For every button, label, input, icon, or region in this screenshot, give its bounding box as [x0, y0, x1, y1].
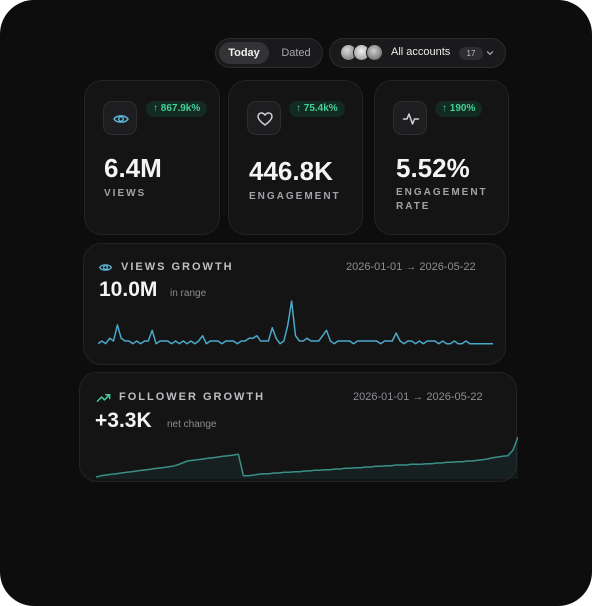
follower-series-area	[96, 437, 518, 479]
engagement-rate-label-line1: ENGAGEMENT	[396, 187, 488, 198]
follower-growth-date-range: 2026-01-01 → 2026-05-22	[353, 391, 483, 403]
range-toggle: Today Dated	[215, 38, 323, 68]
engagement-rate-stat-card: ↑ 190% 5.52% ENGAGEMENT RATE	[374, 80, 509, 235]
follower-growth-value: +3.3K	[95, 409, 152, 432]
avatar	[366, 44, 383, 61]
chevron-down-icon	[486, 51, 494, 55]
accounts-count-badge: 17	[459, 47, 483, 60]
dashboard-frame: Today Dated All accounts 17 ↑ 867.9k% 6.…	[0, 0, 592, 606]
engagement-rate-icon-box	[393, 101, 427, 135]
follower-growth-title: FOLLOWER GROWTH	[119, 391, 266, 403]
views-delta-badge: ↑ 867.9k%	[146, 101, 208, 117]
eye-icon	[99, 264, 112, 271]
engagement-icon-box	[247, 101, 281, 135]
engagement-rate-label-line2: RATE	[396, 201, 431, 212]
engagement-rate-value: 5.52%	[396, 153, 470, 183]
views-growth-panel: VIEWS GROWTH 2026-01-01 → 2026-05-22 10.…	[83, 243, 506, 365]
account-avatars	[340, 44, 386, 62]
views-stat-card: ↑ 867.9k% 6.4M VIEWS	[84, 80, 220, 235]
engagement-value: 446.8K	[249, 156, 333, 186]
heart-icon	[257, 112, 273, 126]
engagement-rate-delta-badge: ↑ 190%	[435, 101, 483, 117]
engagement-stat-card: ↑ 75.4k% 446.8K ENGAGEMENT	[228, 80, 363, 235]
views-growth-chart	[98, 300, 493, 345]
accounts-selector[interactable]: All accounts 17	[329, 38, 506, 68]
range-today-button[interactable]: Today	[219, 42, 269, 64]
eye-icon	[113, 115, 129, 123]
views-growth-date-range: 2026-01-01 → 2026-05-22	[346, 261, 476, 273]
engagement-label: ENGAGEMENT	[249, 191, 341, 202]
range-dated-button[interactable]: Dated	[272, 42, 320, 64]
views-series-line	[98, 300, 493, 345]
activity-icon	[402, 113, 420, 125]
engagement-delta-badge: ↑ 75.4k%	[289, 101, 345, 117]
views-label: VIEWS	[104, 188, 147, 199]
accounts-label: All accounts	[391, 46, 451, 58]
follower-growth-panel: FOLLOWER GROWTH 2026-01-01 → 2026-05-22 …	[79, 372, 518, 482]
views-icon-box	[103, 101, 137, 135]
views-growth-caption: in range	[170, 288, 207, 299]
views-value: 6.4M	[104, 153, 162, 183]
follower-growth-chart	[96, 436, 518, 479]
follower-growth-caption: net change	[167, 419, 217, 430]
views-growth-title: VIEWS GROWTH	[121, 261, 234, 273]
trending-up-icon	[96, 393, 111, 402]
